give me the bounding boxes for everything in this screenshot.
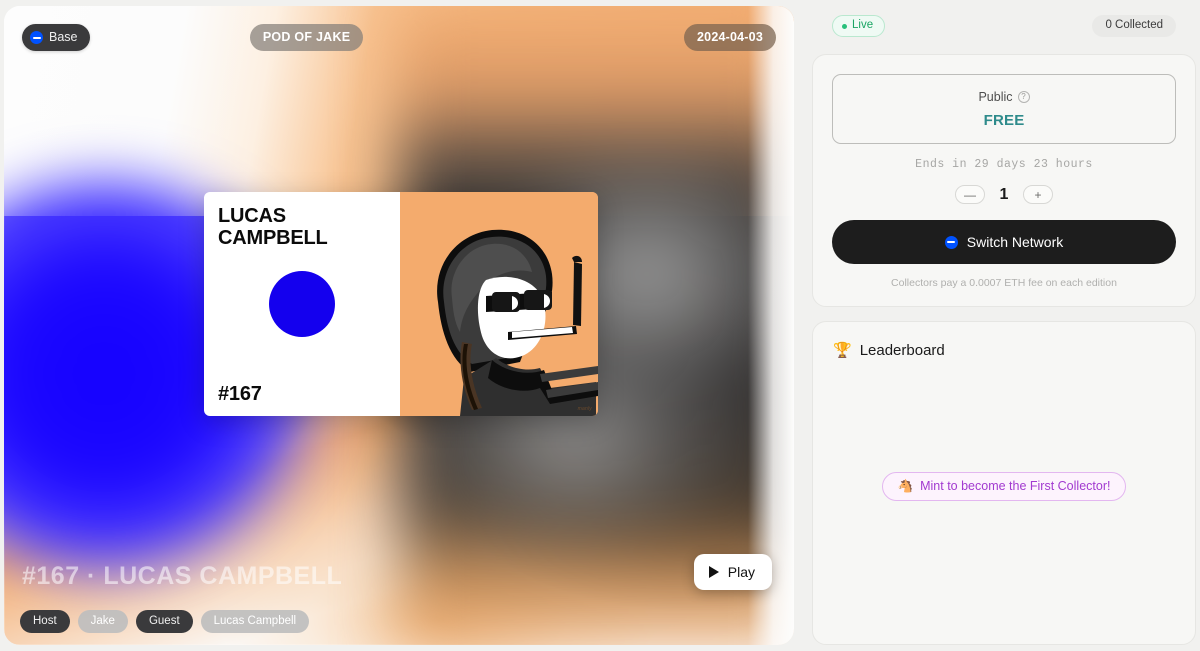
hero-tags: Host Jake Guest Lucas Campbell (20, 609, 310, 633)
base-logo-icon (30, 31, 43, 44)
mint-first-collector-label: Mint to become the First Collector! (920, 479, 1111, 494)
nft-card-guest-name-line1: LUCAS (218, 205, 286, 227)
nft-artwork-illustration (400, 192, 598, 416)
chain-badge-label: Base (49, 30, 78, 45)
show-name-badge: POD OF JAKE (249, 24, 364, 51)
price-box: Public ? FREE (832, 74, 1176, 144)
tag-guest-name[interactable]: Lucas Campbell (200, 609, 310, 633)
quantity-stepper: — 1 + (832, 185, 1176, 204)
nft-card-guest-name: LUCAS CAMPBELL (218, 205, 386, 249)
nft-card[interactable]: LUCAS CAMPBELL #167 manly (204, 192, 598, 416)
app-root: Base POD OF JAKE 2024-04-03 #167 · LUCAS… (0, 0, 1200, 651)
leaderboard-title: Leaderboard (859, 342, 945, 359)
nft-card-blue-circle (269, 271, 335, 338)
hero-top-bar: Base POD OF JAKE 2024-04-03 (4, 24, 794, 51)
tag-guest-role[interactable]: Guest (135, 609, 193, 633)
hero-background-right-fade (748, 6, 794, 645)
quantity-value: 1 (999, 185, 1009, 203)
media-hero: Base POD OF JAKE 2024-04-03 #167 · LUCAS… (4, 6, 794, 645)
leaderboard-header: 🏆 Leaderboard (833, 342, 1175, 359)
status-badge: Live (832, 15, 886, 37)
sidebar: Live 0 Collected Public ? FREE Ends in 2… (812, 6, 1196, 645)
episode-date-badge: 2024-04-03 (684, 24, 776, 51)
mint-panel: Public ? FREE Ends in 29 days 23 hours —… (812, 54, 1196, 307)
play-icon (708, 566, 719, 578)
tag-host-name[interactable]: Jake (77, 609, 128, 633)
live-dot-icon (842, 23, 847, 29)
nft-card-edition-number: #167 (218, 383, 262, 405)
fee-note: Collectors pay a 0.0007 ETH fee on each … (891, 277, 1117, 289)
switch-network-button-label: Switch Network (966, 234, 1064, 250)
base-logo-icon (944, 235, 958, 249)
nft-card-guest-name-line2: CAMPBELL (218, 226, 328, 249)
question-mark-circle-icon[interactable]: ? (1017, 91, 1030, 103)
play-button[interactable]: Play (693, 554, 772, 590)
countdown-text: Ends in 29 days 23 hours (915, 158, 1093, 171)
sidebar-header: Live 0 Collected (812, 12, 1196, 40)
mint-first-collector-cta[interactable]: 🐴 Mint to become the First Collector! (881, 472, 1127, 501)
tag-host-role[interactable]: Host (20, 609, 70, 633)
quantity-decrement-button[interactable]: — (955, 185, 985, 204)
leaderboard-panel: 🏆 Leaderboard 🐴 Mint to become the First… (812, 321, 1196, 645)
chain-badge[interactable]: Base (22, 24, 90, 51)
artwork-signature: manly (577, 406, 592, 412)
quantity-increment-button[interactable]: + (1023, 185, 1053, 204)
status-badge-label: Live (852, 19, 874, 32)
nft-card-info-pane: LUCAS CAMPBELL #167 (204, 192, 400, 416)
switch-network-button[interactable]: Switch Network (832, 220, 1176, 264)
sale-type-label: Public (978, 90, 1013, 104)
horse-icon: 🐴 (897, 479, 914, 494)
play-button-label: Play (727, 564, 755, 580)
collected-count-badge: 0 Collected (1092, 15, 1176, 37)
price-value: FREE (983, 112, 1025, 129)
leaderboard-empty-state: 🐴 Mint to become the First Collector! (833, 359, 1175, 624)
sale-type-row: Public ? (978, 90, 1030, 104)
trophy-icon: 🏆 (833, 342, 852, 359)
nft-card-artwork-pane: manly (400, 192, 598, 416)
